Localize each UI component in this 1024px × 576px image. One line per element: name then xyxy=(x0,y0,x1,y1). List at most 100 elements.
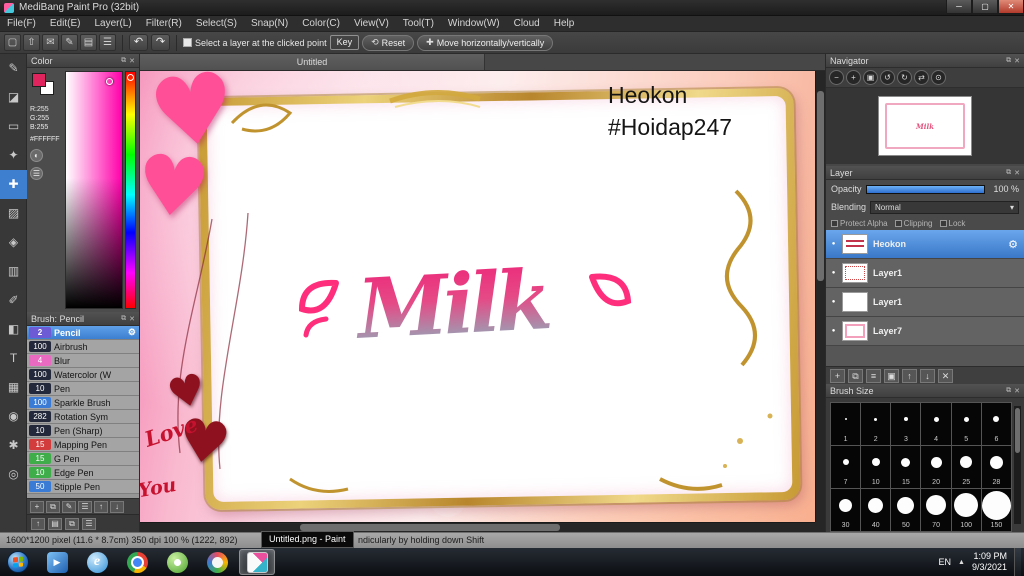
merge-layer-icon[interactable]: ≡ xyxy=(866,368,881,383)
pages-icon[interactable]: ⧉ xyxy=(65,517,79,530)
brush-item-edge-pen[interactable]: 10 Edge Pen xyxy=(27,466,139,480)
brush-down-icon[interactable]: ↓ xyxy=(110,500,124,513)
bucket-tool[interactable]: ◈ xyxy=(0,228,27,257)
export-icon[interactable]: ⇧ xyxy=(23,34,40,51)
brush-item-mapping-pen[interactable]: 15 Mapping Pen xyxy=(27,438,139,452)
rotate-right-button[interactable]: ↻ xyxy=(897,70,912,85)
color-wheel-icon[interactable]: ◐ xyxy=(30,149,43,162)
brush-size-option-20[interactable]: 20 xyxy=(921,446,951,488)
rotate-left-button[interactable]: ↺ xyxy=(880,70,895,85)
select-pen-tool[interactable]: ✐ xyxy=(0,286,27,315)
magic-wand-tool[interactable]: ✦ xyxy=(0,141,27,170)
hand-tool[interactable]: ✱ xyxy=(0,431,27,460)
brush-size-option-3[interactable]: 3 xyxy=(891,403,921,445)
flip-button[interactable]: ⇄ xyxy=(914,70,929,85)
scrollbar-thumb[interactable] xyxy=(300,524,560,531)
brush-size-option-28[interactable]: 28 xyxy=(981,446,1011,488)
brush-size-option-25[interactable]: 25 xyxy=(951,446,981,488)
brush-item-airbrush[interactable]: 100 Airbrush xyxy=(27,340,139,354)
brush-size-option-100[interactable]: 100 xyxy=(951,489,981,531)
zoom-out-button[interactable]: − xyxy=(829,70,844,85)
brush-item-pen-sharp[interactable]: 10 Pen (Sharp) xyxy=(27,424,139,438)
brush-item-blur[interactable]: 4 Blur xyxy=(27,354,139,368)
layer-up-icon[interactable]: ↑ xyxy=(902,368,917,383)
minimize-button[interactable]: ─ xyxy=(946,0,972,14)
page-icon[interactable]: ▤ xyxy=(48,517,62,530)
brush-size-option-40[interactable]: 40 xyxy=(861,489,891,531)
brush-item-g-pen[interactable]: 15 G Pen xyxy=(27,452,139,466)
text-tool[interactable]: T xyxy=(0,344,27,373)
menu-item-view[interactable]: View(V) xyxy=(347,16,396,32)
brush-size-option-150[interactable]: 150 xyxy=(981,489,1011,531)
menu-item-file[interactable]: File(F) xyxy=(0,16,43,32)
select-layer-checkbox[interactable] xyxy=(183,38,192,47)
add-brush-icon[interactable]: + xyxy=(30,500,44,513)
layer-visibility-dot[interactable]: ● xyxy=(830,328,837,334)
brush-size-scrollbar[interactable] xyxy=(1014,406,1021,524)
scrollbar-thumb[interactable] xyxy=(817,91,824,281)
select-eraser-tool[interactable]: ◧ xyxy=(0,315,27,344)
menu-item-cloud[interactable]: Cloud xyxy=(507,16,547,32)
hue-slider[interactable] xyxy=(125,71,136,309)
add-layer-icon[interactable]: + xyxy=(830,368,845,383)
show-desktop-button[interactable] xyxy=(1014,548,1021,576)
brush-size-option-7[interactable]: 7 xyxy=(831,446,861,488)
edit-brush-icon[interactable]: ✎ xyxy=(62,500,76,513)
layer-item-heokon[interactable]: ● Heokon ⚙ xyxy=(826,230,1024,259)
undo-button[interactable]: ↶ xyxy=(129,34,148,51)
layer-checkbox-protect-alpha[interactable]: Protect Alpha xyxy=(831,219,888,228)
brush-item-rotation-sym[interactable]: 282 Rotation Sym xyxy=(27,410,139,424)
layer-visibility-dot[interactable]: ● xyxy=(830,299,837,305)
taskbar-app-internet-explorer[interactable]: e xyxy=(79,549,115,575)
canvas-vertical-scrollbar[interactable] xyxy=(815,71,825,522)
duplicate-layer-icon[interactable]: ⧉ xyxy=(848,368,863,383)
taskbar-app-medibang-paint[interactable] xyxy=(239,549,275,575)
layer-visibility-dot[interactable]: ● xyxy=(830,241,837,247)
brush-icon[interactable]: ✎ xyxy=(61,34,78,51)
brush-size-option-30[interactable]: 30 xyxy=(831,489,861,531)
document-tab[interactable]: Untitled xyxy=(140,54,485,70)
dock-menu-icon[interactable]: ☰ xyxy=(82,517,96,530)
close-icon[interactable]: ✕ xyxy=(129,315,135,323)
dock-up-icon[interactable]: ↑ xyxy=(31,517,45,530)
layer-checkbox-lock[interactable]: Lock xyxy=(939,219,965,228)
popout-icon[interactable]: ⧉ xyxy=(121,57,126,65)
language-indicator[interactable]: EN xyxy=(939,557,952,567)
color-sliders-icon[interactable]: ☰ xyxy=(30,167,43,180)
zoom-tool[interactable]: ◎ xyxy=(0,460,27,489)
brush-size-option-2[interactable]: 2 xyxy=(861,403,891,445)
saturation-value-picker[interactable] xyxy=(65,71,123,309)
layer-item-layer7[interactable]: ● Layer7 xyxy=(826,317,1024,346)
eraser-tool[interactable]: ◪ xyxy=(0,83,27,112)
brush-item-watercolor-w[interactable]: 100 Watercolor (W xyxy=(27,368,139,382)
panels-icon[interactable]: ☰ xyxy=(99,34,116,51)
close-icon[interactable]: ✕ xyxy=(1014,169,1020,177)
brush-size-option-5[interactable]: 5 xyxy=(951,403,981,445)
popout-icon[interactable]: ⧉ xyxy=(121,315,126,323)
move-tool[interactable]: ✚ xyxy=(0,170,27,199)
layer-visibility-dot[interactable]: ● xyxy=(830,270,837,276)
menu-item-filter[interactable]: Filter(R) xyxy=(139,16,189,32)
brush-item-pen[interactable]: 10 Pen xyxy=(27,382,139,396)
taskbar-app-chrome[interactable] xyxy=(119,549,155,575)
brush-item-pencil[interactable]: 2 Pencil ⚙ xyxy=(27,326,139,340)
taskbar-app-paint-app[interactable] xyxy=(199,549,235,575)
popout-icon[interactable]: ⧉ xyxy=(1006,57,1011,65)
brush-settings-icon[interactable]: ⚙ xyxy=(128,327,136,338)
hue-cursor[interactable] xyxy=(127,74,134,81)
brush-size-option-15[interactable]: 15 xyxy=(891,446,921,488)
layer-settings-icon[interactable]: ⚙ xyxy=(1008,238,1018,251)
taskbar-app-coccoc-browser[interactable] xyxy=(159,549,195,575)
layer-item-layer1[interactable]: ● Layer1 xyxy=(826,288,1024,317)
menu-item-color[interactable]: Color(C) xyxy=(295,16,347,32)
tray-expand-icon[interactable]: ▲ xyxy=(958,559,965,566)
taskbar-app-media-app[interactable]: ▶ xyxy=(39,549,75,575)
foreground-color-swatch[interactable] xyxy=(32,73,46,87)
taskbar-clock[interactable]: 1:09 PM 9/3/2021 xyxy=(972,551,1007,573)
blending-select[interactable]: Normal ▾ xyxy=(870,200,1019,214)
menu-item-select[interactable]: Select(S) xyxy=(189,16,244,32)
navigator-thumbnail[interactable]: Milk xyxy=(878,96,972,156)
reset-button[interactable]: ⟲ Reset xyxy=(362,34,415,51)
canvas-horizontal-scrollbar[interactable] xyxy=(140,522,815,532)
layer-item-layer1[interactable]: ● Layer1 xyxy=(826,259,1024,288)
